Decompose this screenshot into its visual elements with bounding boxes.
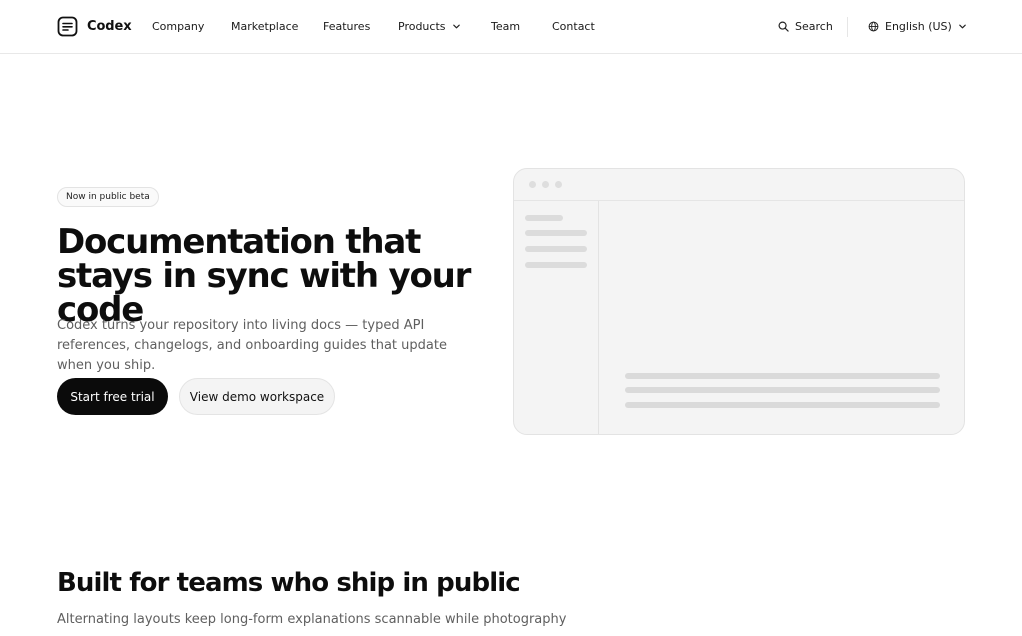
product-preview-window [513, 168, 965, 435]
document-logo-icon [57, 16, 78, 37]
search-icon [778, 21, 789, 32]
section-subtitle: Alternating layouts keep long-form expla… [57, 612, 567, 627]
language-selector[interactable]: English (US) [868, 20, 967, 33]
nav-item-contact[interactable]: Contact [552, 20, 595, 33]
start-free-trial-button[interactable]: Start free trial [57, 378, 168, 415]
brand-name: Codex [87, 19, 132, 34]
skeleton-line [525, 262, 587, 268]
nav-item-features[interactable]: Features [323, 20, 370, 33]
window-dot [529, 181, 536, 188]
chevron-down-icon [452, 24, 460, 29]
nav-item-products-label: Products [398, 20, 446, 33]
view-demo-workspace-button[interactable]: View demo workspace [179, 378, 335, 415]
window-title-bar [514, 169, 964, 201]
language-label: English (US) [885, 20, 952, 33]
globe-icon [868, 21, 879, 32]
search-label: Search [795, 20, 833, 33]
nav-item-products[interactable]: Products [398, 20, 461, 33]
status-badge: Now in public beta [57, 187, 159, 207]
skeleton-line [625, 402, 940, 408]
search-button[interactable]: Search [778, 20, 833, 33]
nav-item-company[interactable]: Company [152, 20, 204, 33]
skeleton-line [625, 387, 940, 393]
hero-title: Documentation that stays in sync with yo… [57, 222, 471, 330]
window-dot [555, 181, 562, 188]
header-divider [847, 17, 848, 37]
skeleton-line [525, 246, 587, 252]
nav-item-marketplace[interactable]: Marketplace [231, 20, 298, 33]
preview-sidebar [514, 201, 599, 434]
hero-subtitle: Codex turns your repository into living … [57, 318, 447, 373]
skeleton-line [525, 230, 587, 236]
chevron-down-icon [959, 24, 966, 29]
window-dot [542, 181, 549, 188]
section-title: Built for teams who ship in public [57, 568, 521, 598]
brand-logo[interactable]: Codex [57, 16, 132, 37]
skeleton-line [625, 373, 940, 379]
site-header: Codex Company Marketplace Features Produ… [0, 0, 1022, 54]
nav-item-team[interactable]: Team [491, 20, 520, 33]
skeleton-line [525, 215, 563, 221]
